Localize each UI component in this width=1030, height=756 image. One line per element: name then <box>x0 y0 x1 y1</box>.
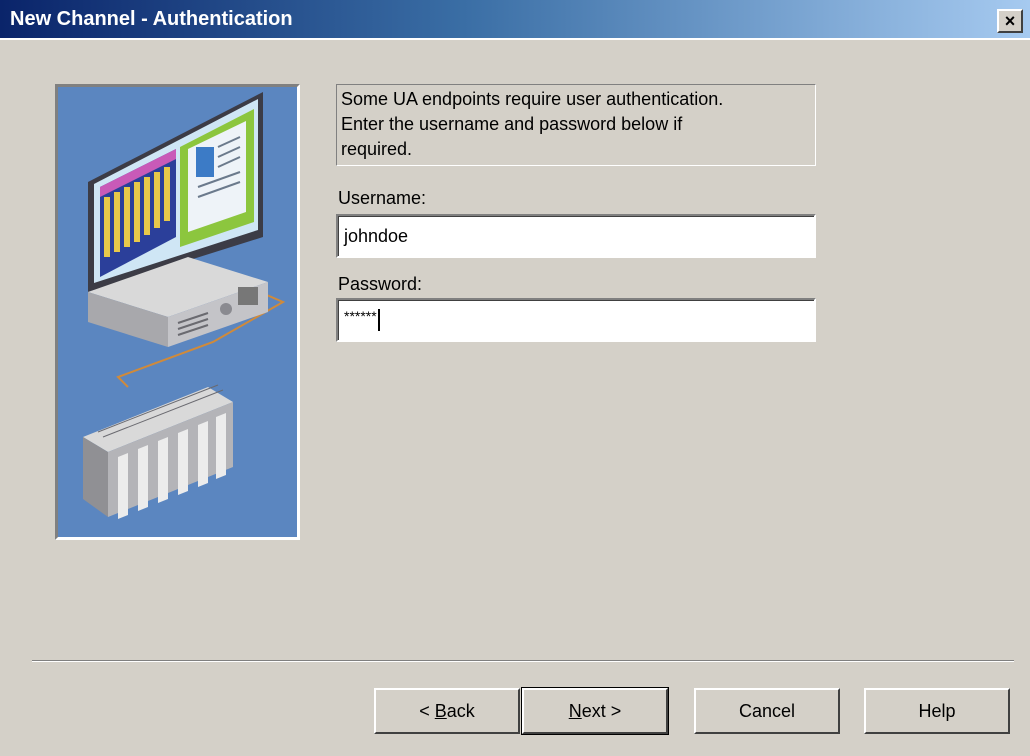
authentication-description: Some UA endpoints require user authentic… <box>336 84 816 166</box>
help-button[interactable]: Help <box>864 688 1010 734</box>
description-line-3: required. <box>341 139 413 159</box>
window-title: New Channel - Authentication <box>10 8 293 30</box>
next-button[interactable]: Next > <box>521 687 669 735</box>
username-value: johndoe <box>344 225 409 246</box>
cancel-button[interactable]: Cancel <box>694 688 840 734</box>
text-caret <box>377 309 380 331</box>
description-line-1: Some UA endpoints require user authentic… <box>341 89 724 109</box>
close-icon: × <box>1004 11 1016 31</box>
button-separator <box>32 660 1014 662</box>
password-field[interactable]: ****** <box>336 298 816 342</box>
computer-and-plc-illustration <box>58 87 297 537</box>
username-field[interactable]: johndoe <box>336 214 816 258</box>
title-bar: New Channel - Authentication × <box>0 0 1030 40</box>
close-button[interactable]: × <box>997 9 1023 33</box>
username-label: Username: <box>338 188 427 208</box>
wizard-illustration <box>55 84 300 540</box>
password-label: Password: <box>338 274 423 294</box>
password-masked-value: ****** <box>344 308 377 324</box>
back-button[interactable]: < Back <box>374 688 520 734</box>
description-line-2: Enter the username and password below if <box>341 114 683 134</box>
